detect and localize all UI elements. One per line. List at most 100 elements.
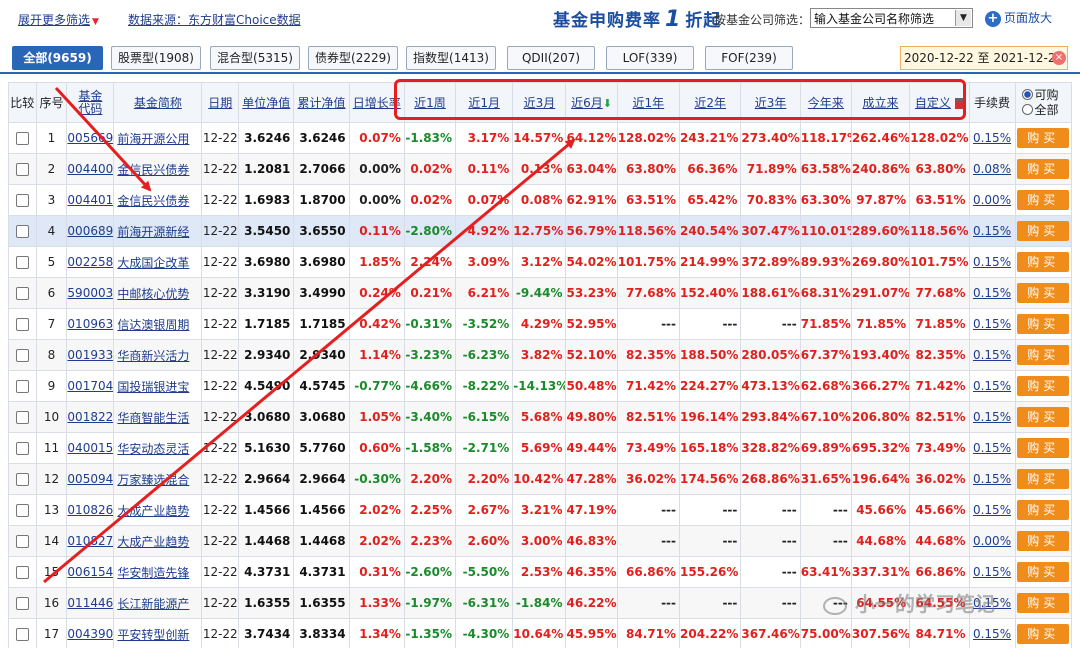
data-source-link[interactable]: 数据来源：东方财富Choice数据 bbox=[128, 11, 301, 28]
table-row[interactable]: 3 004401 金信民兴债券 12-22 1.6983 1.8700 0.00% 0.02%… bbox=[8, 184, 1073, 216]
fund-code-link[interactable]: 002258 bbox=[68, 255, 113, 269]
fund-name-link[interactable]: 万家臻选混合 bbox=[117, 473, 189, 487]
col-code[interactable]: 基金 代码 bbox=[66, 82, 115, 123]
table-row[interactable]: 6 590003 中邮核心优势 12-22 3.3190 3.4990 0.24% 0.21%… bbox=[8, 277, 1073, 309]
date-range-field[interactable]: 2020-12-22 至 2021-12-22 × bbox=[900, 46, 1068, 70]
table-row[interactable]: 13 010826 大成产业趋势 12-22 1.4566 1.4566 2.02% 2.25… bbox=[8, 494, 1073, 526]
table-row[interactable]: 5 002258 大成国企改革 12-22 3.6980 3.6980 1.85% 2.24%… bbox=[8, 246, 1073, 278]
col-1m[interactable]: 近1月 bbox=[455, 82, 514, 123]
buy-button[interactable]: 购买 bbox=[1017, 407, 1070, 427]
col-unit-nav[interactable]: 单位净值 bbox=[238, 82, 295, 123]
fund-name-link[interactable]: 大成产业趋势 bbox=[117, 504, 189, 518]
col-1w[interactable]: 近1周 bbox=[403, 82, 457, 123]
compare-checkbox[interactable] bbox=[15, 442, 29, 455]
fund-code-link[interactable]: 010963 bbox=[68, 317, 113, 331]
compare-checkbox[interactable] bbox=[15, 597, 29, 610]
buy-button[interactable]: 购买 bbox=[1017, 500, 1070, 520]
col-name[interactable]: 基金简称 bbox=[113, 82, 203, 123]
table-row[interactable]: 14 010827 大成产业趋势 12-22 1.4468 1.4468 2.02% 2.23… bbox=[8, 525, 1073, 557]
compare-checkbox[interactable] bbox=[15, 535, 29, 548]
fee-link[interactable]: 0.15% bbox=[973, 565, 1011, 579]
table-row[interactable]: 7 010963 信达澳银周期 12-22 1.7185 1.7185 0.42% -0.31… bbox=[8, 308, 1073, 340]
compare-checkbox[interactable] bbox=[15, 194, 29, 207]
fund-name-link[interactable]: 国投瑞银进宝 bbox=[117, 380, 189, 394]
col-day-growth[interactable]: 日增长率 bbox=[348, 82, 405, 123]
compare-checkbox[interactable] bbox=[15, 504, 29, 517]
buy-button[interactable]: 购买 bbox=[1017, 562, 1070, 582]
fee-link[interactable]: 0.08% bbox=[973, 162, 1011, 176]
radio-buyable[interactable]: 可购 bbox=[1021, 88, 1071, 103]
fund-name-link[interactable]: 华商新兴活力 bbox=[117, 349, 189, 363]
tab-fof[interactable]: FOF(239) bbox=[705, 46, 793, 70]
col-date[interactable]: 日期 bbox=[201, 82, 240, 123]
fund-code-link[interactable]: 004400 bbox=[68, 162, 113, 176]
col-ytd[interactable]: 今年来 bbox=[799, 82, 852, 123]
compare-checkbox[interactable] bbox=[15, 380, 29, 393]
zoom-page-button[interactable]: + 页面放大 bbox=[985, 9, 1052, 27]
col-3m[interactable]: 近3月 bbox=[512, 82, 567, 123]
company-filter-select[interactable]: 输入基金公司名称筛选 ▼ bbox=[810, 8, 973, 28]
buy-button[interactable]: 购买 bbox=[1017, 190, 1070, 210]
fee-link[interactable]: 0.15% bbox=[973, 348, 1011, 362]
fee-link[interactable]: 0.15% bbox=[973, 286, 1011, 300]
table-row[interactable]: 2 004400 金信民兴债券 12-22 1.2081 2.7066 0.00% 0.02%… bbox=[8, 153, 1073, 185]
fund-name-link[interactable]: 大成国企改革 bbox=[117, 256, 189, 270]
fund-name-link[interactable]: 华安动态灵活 bbox=[117, 442, 189, 456]
tab-index[interactable]: 指数型(1413) bbox=[406, 46, 496, 70]
compare-checkbox[interactable] bbox=[15, 566, 29, 579]
fee-link[interactable]: 0.15% bbox=[973, 441, 1011, 455]
fund-code-link[interactable]: 005669 bbox=[68, 131, 113, 145]
fund-code-link[interactable]: 011446 bbox=[68, 596, 113, 610]
buy-button[interactable]: 购买 bbox=[1017, 252, 1070, 272]
table-row[interactable]: 8 001933 华商新兴活力 12-22 2.9340 2.9340 1.14% -3.23… bbox=[8, 339, 1073, 371]
chevron-down-icon[interactable]: ▼ bbox=[955, 10, 971, 26]
buy-button[interactable]: 购买 bbox=[1017, 469, 1070, 489]
fund-code-link[interactable]: 001933 bbox=[68, 348, 113, 362]
table-row[interactable]: 10 001822 华商智能生活 12-22 3.0680 3.0680 1.05% -3.4… bbox=[8, 401, 1073, 433]
tab-hybrid[interactable]: 混合型(5315) bbox=[210, 46, 300, 70]
buy-button[interactable]: 购买 bbox=[1017, 345, 1070, 365]
fee-link[interactable]: 0.15% bbox=[973, 131, 1011, 145]
table-row[interactable]: 9 001704 国投瑞银进宝 12-22 4.5490 4.5745 -0.77% -4.6… bbox=[8, 370, 1073, 402]
fee-link[interactable]: 0.15% bbox=[973, 255, 1011, 269]
fund-name-link[interactable]: 中邮核心优势 bbox=[117, 287, 189, 301]
fund-name-link[interactable]: 信达澳银周期 bbox=[117, 318, 189, 332]
fund-code-link[interactable]: 006154 bbox=[68, 565, 113, 579]
fund-name-link[interactable]: 平安转型创新 bbox=[117, 628, 189, 642]
col-6m[interactable]: 近6月⬇ bbox=[565, 82, 618, 123]
fund-name-link[interactable]: 大成产业趋势 bbox=[117, 535, 189, 549]
fee-link[interactable]: 0.00% bbox=[973, 193, 1011, 207]
table-row[interactable]: 11 040015 华安动态灵活 12-22 5.1630 5.7760 0.60% -1.5… bbox=[8, 432, 1073, 464]
table-row[interactable]: 17 004390 平安转型创新 12-22 3.7434 3.8334 1.34% -1.3… bbox=[8, 618, 1073, 648]
buy-button[interactable]: 购买 bbox=[1017, 531, 1070, 551]
buy-button[interactable]: 购买 bbox=[1017, 314, 1070, 334]
col-since[interactable]: 成立来 bbox=[850, 82, 911, 123]
fee-link[interactable]: 0.15% bbox=[973, 503, 1011, 517]
fund-name-link[interactable]: 华商智能生活 bbox=[117, 411, 189, 425]
buy-button[interactable]: 购买 bbox=[1017, 593, 1070, 613]
buy-button[interactable]: 购买 bbox=[1017, 376, 1070, 396]
col-acc-nav[interactable]: 累计净值 bbox=[293, 82, 350, 123]
compare-checkbox[interactable] bbox=[15, 163, 29, 176]
table-row[interactable]: 4 000689 前海开源新经 12-22 3.5450 3.6550 0.11% -2.80… bbox=[8, 215, 1073, 247]
fund-code-link[interactable]: 000689 bbox=[68, 224, 113, 238]
fund-code-link[interactable]: 040015 bbox=[68, 441, 113, 455]
fund-name-link[interactable]: 前海开源新经 bbox=[117, 225, 189, 239]
compare-checkbox[interactable] bbox=[15, 318, 29, 331]
fee-link[interactable]: 0.15% bbox=[973, 317, 1011, 331]
col-1y[interactable]: 近1年 bbox=[616, 82, 681, 123]
fund-code-link[interactable]: 010827 bbox=[68, 534, 113, 548]
fund-code-link[interactable]: 005094 bbox=[68, 472, 113, 486]
fund-code-link[interactable]: 004390 bbox=[68, 627, 113, 641]
compare-checkbox[interactable] bbox=[15, 132, 29, 145]
compare-checkbox[interactable] bbox=[15, 411, 29, 424]
buy-button[interactable]: 购买 bbox=[1017, 438, 1070, 458]
tab-stock[interactable]: 股票型(1908) bbox=[111, 46, 201, 70]
compare-checkbox[interactable] bbox=[15, 349, 29, 362]
col-custom[interactable]: 自定义 bbox=[909, 82, 970, 123]
tab-qdii[interactable]: QDII(207) bbox=[507, 46, 595, 70]
table-row[interactable]: 1 005669 前海开源公用 12-22 3.6246 3.6246 0.07% -1.83… bbox=[8, 122, 1073, 154]
compare-checkbox[interactable] bbox=[15, 256, 29, 269]
fee-link[interactable]: 0.15% bbox=[973, 472, 1011, 486]
table-row[interactable]: 15 006154 华安制造先锋 12-22 4.3731 4.3731 0.31% -2.6… bbox=[8, 556, 1073, 588]
